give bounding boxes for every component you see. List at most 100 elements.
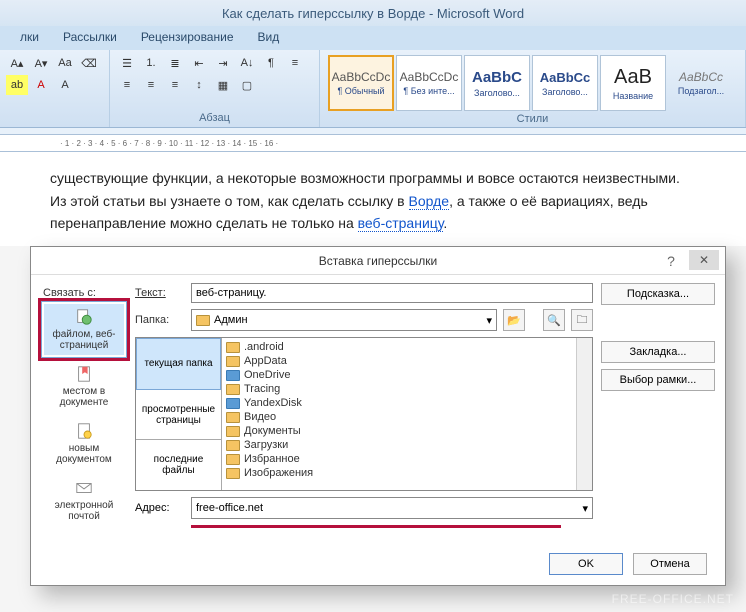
doc-link-webpage[interactable]: веб-страницу — [358, 215, 444, 232]
target-frame-button[interactable]: Выбор рамки... — [601, 369, 715, 391]
highlight-button[interactable]: ab — [6, 75, 28, 95]
browse-tab-recent[interactable]: последние файлы — [136, 440, 221, 490]
folder-icon — [226, 342, 240, 353]
link-file-web-button[interactable]: файлом, веб-страницей — [41, 301, 127, 358]
style-title[interactable]: АаВ Название — [600, 55, 666, 111]
styles-gallery: AaBbCcDc ¶ Обычный AaBbCcDc ¶ Без инте..… — [326, 53, 739, 113]
document-body[interactable]: существующие функции, а некоторые возмож… — [0, 152, 746, 246]
dialog-titlebar[interactable]: Вставка гиперссылки ? ✕ — [31, 247, 725, 275]
envelope-icon — [75, 479, 93, 497]
scrollbar[interactable] — [576, 338, 592, 490]
folder-value: Админ — [214, 314, 248, 326]
window-title: Как сделать гиперссылку в Ворде - Micros… — [222, 6, 524, 21]
address-combo[interactable]: free-office.net ▾ — [191, 497, 593, 519]
up-folder-button[interactable]: 📂 — [503, 309, 525, 331]
ruler[interactable]: · 1 · 2 · 3 · 4 · 5 · 6 · 7 · 8 · 9 · 10… — [0, 134, 746, 152]
folder-icon — [226, 454, 240, 465]
tab-partial[interactable]: лки — [8, 26, 51, 50]
list-item-label: Избранное — [244, 453, 300, 465]
list-item[interactable]: Tracing — [226, 382, 572, 396]
list-item[interactable]: .android — [226, 340, 572, 354]
close-button[interactable]: ✕ — [689, 250, 719, 270]
link-new-doc-button[interactable]: новым документом — [41, 415, 127, 472]
file-list[interactable]: .androidAppDataOneDrive TracingYandexDisk… — [222, 338, 576, 490]
doc-line2a: Из этой статьи вы узнаете о том, как сде… — [50, 193, 409, 209]
style-no-spacing[interactable]: AaBbCcDc ¶ Без инте... — [396, 55, 462, 111]
browse-web-button[interactable]: 🔍 — [543, 309, 565, 331]
borders-button[interactable]: ▢ — [236, 75, 258, 95]
browse-tab-browsed[interactable]: просмотренные страницы — [136, 390, 221, 441]
browse-tab-current[interactable]: текущая папка — [136, 338, 221, 390]
tab-mailings[interactable]: Рассылки — [51, 26, 129, 50]
chevron-down-icon: ▾ — [582, 502, 588, 515]
ribbon: A▴ A▾ Aa ⌫ ab A A ☰ 1. ≣ ⇤ ⇥ A↓ ¶ ≡ ≡ ≡ … — [0, 50, 746, 128]
link-email-button[interactable]: электронной почтой — [41, 472, 127, 529]
ok-button[interactable]: OK — [549, 553, 623, 575]
font-small-a-button[interactable]: A — [54, 75, 76, 95]
folder-icon — [226, 370, 240, 381]
bookmark-button[interactable]: Закладка... — [601, 341, 715, 363]
indent-button[interactable]: ⇥ — [212, 53, 234, 73]
grow-font-button[interactable]: A▴ — [6, 53, 28, 73]
style-heading1[interactable]: AaBbC Заголово... — [464, 55, 530, 111]
list-item[interactable]: Видео — [226, 410, 572, 424]
doc-line1: существующие функции, а некоторые возмож… — [50, 170, 680, 186]
bullets-button[interactable]: ☰ — [116, 53, 138, 73]
clear-format-button[interactable]: ⌫ — [78, 53, 100, 73]
cancel-button[interactable]: Отмена — [633, 553, 707, 575]
list-item[interactable]: YandexDisk — [226, 396, 572, 410]
tab-view[interactable]: Вид — [246, 26, 292, 50]
insert-hyperlink-dialog: Вставка гиперссылки ? ✕ Связать с: файло… — [30, 246, 726, 586]
change-case-button[interactable]: Aa — [54, 53, 76, 73]
align-right-button[interactable]: ≡ — [140, 75, 162, 95]
align-left-button[interactable]: ≡ — [284, 53, 306, 73]
shrink-font-button[interactable]: A▾ — [30, 53, 52, 73]
style-subtitle[interactable]: AaBbCc Подзагол... — [668, 55, 734, 111]
style-normal[interactable]: AaBbCcDc ¶ Обычный — [328, 55, 394, 111]
folder-icon — [226, 384, 240, 395]
ribbon-group-paragraph: ☰ 1. ≣ ⇤ ⇥ A↓ ¶ ≡ ≡ ≡ ≡ ↕ ▦ ▢ Абзац — [110, 50, 320, 127]
dialog-buttons: OK Отмена — [549, 553, 707, 575]
chevron-down-icon: ▾ — [486, 314, 492, 327]
sort-button[interactable]: A↓ — [236, 53, 258, 73]
screentip-button[interactable]: Подсказка... — [601, 283, 715, 305]
link-place-doc-button[interactable]: местом в документе — [41, 358, 127, 415]
justify-button[interactable]: ≡ — [164, 75, 186, 95]
list-item-label: Изображения — [244, 467, 313, 479]
list-item[interactable]: Изображения — [226, 466, 572, 480]
ribbon-group-font: A▴ A▾ Aa ⌫ ab A A — [0, 50, 110, 127]
doc-link-word[interactable]: Ворде — [409, 193, 450, 210]
tab-review[interactable]: Рецензирование — [129, 26, 246, 50]
list-item[interactable]: OneDrive — [226, 368, 572, 382]
new-doc-icon — [75, 422, 93, 440]
align-center-button[interactable]: ≡ — [116, 75, 138, 95]
folder-combo[interactable]: Админ ▾ — [191, 309, 497, 331]
font-color-button[interactable]: A — [30, 75, 52, 95]
text-input[interactable] — [191, 283, 593, 303]
folder-label: Папка: — [135, 314, 185, 326]
list-item-label: Загрузки — [244, 439, 288, 451]
help-button[interactable]: ? — [657, 247, 685, 275]
folder-icon — [226, 426, 240, 437]
bookmark-doc-icon — [75, 365, 93, 383]
link-with-panel: Связать с: файлом, веб-страницей местом … — [41, 283, 127, 577]
address-highlight — [191, 525, 561, 528]
numbering-button[interactable]: 1. — [140, 53, 162, 73]
dialog-main: Текст: Папка: Админ ▾ 📂 🔍 🗀 текущая папк… — [135, 283, 593, 577]
list-item-label: OneDrive — [244, 369, 290, 381]
list-item[interactable]: Загрузки — [226, 438, 572, 452]
show-marks-button[interactable]: ¶ — [260, 53, 282, 73]
list-item-label: Tracing — [244, 383, 280, 395]
outdent-button[interactable]: ⇤ — [188, 53, 210, 73]
list-item[interactable]: AppData — [226, 354, 572, 368]
multilevel-button[interactable]: ≣ — [164, 53, 186, 73]
style-heading2[interactable]: AaBbCc Заголово... — [532, 55, 598, 111]
folder-icon — [226, 440, 240, 451]
shading-button[interactable]: ▦ — [212, 75, 234, 95]
line-spacing-button[interactable]: ↕ — [188, 75, 210, 95]
folder-icon — [226, 356, 240, 367]
list-item[interactable]: Избранное — [226, 452, 572, 466]
list-item[interactable]: Документы — [226, 424, 572, 438]
address-value: free-office.net — [196, 502, 263, 514]
browse-file-button[interactable]: 🗀 — [571, 309, 593, 331]
